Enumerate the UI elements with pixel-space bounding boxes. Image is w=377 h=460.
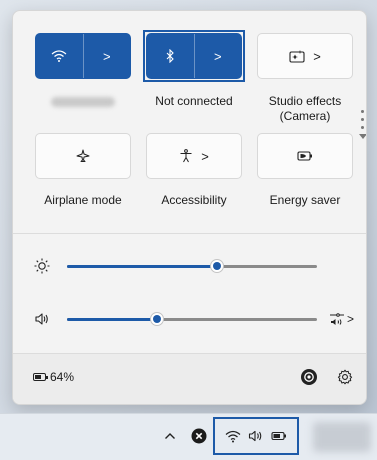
clock-redacted bbox=[313, 422, 371, 452]
energy-saver-label: Energy saver bbox=[269, 193, 341, 207]
audio-output-icon bbox=[329, 313, 344, 325]
battery-icon bbox=[33, 373, 48, 381]
airplane-mode-label: Airplane mode bbox=[44, 193, 122, 207]
speaker-icon[interactable] bbox=[33, 310, 51, 328]
quick-settings-tiles: > > > Not connected Studio effects (Came… bbox=[13, 11, 366, 233]
taskbar bbox=[0, 413, 377, 460]
brightness-thumb[interactable] bbox=[210, 259, 224, 273]
airplane-mode-tile[interactable] bbox=[35, 133, 131, 179]
speaker-icon bbox=[248, 430, 262, 442]
bluetooth-status-label: Not connected bbox=[155, 94, 233, 108]
wifi-tile[interactable]: > bbox=[35, 33, 131, 79]
chevron-right-icon: > bbox=[201, 148, 209, 164]
page-down-arrow-icon bbox=[359, 134, 366, 139]
brightness-icon bbox=[34, 258, 50, 274]
chevron-right-icon: > bbox=[346, 312, 354, 326]
brightness-fill bbox=[67, 265, 217, 268]
bluetooth-focus-highlight bbox=[143, 30, 245, 82]
chevron-right-icon: > bbox=[313, 48, 321, 64]
studio-effects-label: Studio effects (Camera) bbox=[268, 94, 342, 123]
tray-app-button[interactable] bbox=[190, 426, 208, 446]
wifi-chevron-button[interactable]: > bbox=[84, 34, 131, 78]
page-dot bbox=[361, 110, 364, 113]
settings-button[interactable] bbox=[334, 366, 356, 388]
gear-icon bbox=[337, 369, 353, 385]
accessibility-tile[interactable]: > bbox=[146, 133, 242, 179]
wifi-toggle[interactable] bbox=[36, 34, 84, 78]
quick-settings-tray-button[interactable] bbox=[213, 417, 299, 455]
studio-effects-tile[interactable]: > bbox=[257, 33, 353, 79]
brightness-row bbox=[13, 254, 366, 278]
close-circle-icon bbox=[191, 428, 207, 444]
audio-output-button[interactable]: > bbox=[329, 309, 354, 329]
copilot-button[interactable] bbox=[298, 366, 320, 388]
brightness-slider[interactable] bbox=[67, 259, 317, 273]
volume-thumb[interactable] bbox=[150, 312, 164, 326]
chevron-right-icon: > bbox=[102, 48, 111, 64]
battery-status[interactable]: 64% bbox=[33, 370, 74, 384]
battery-icon bbox=[271, 431, 286, 441]
chevron-up-icon bbox=[165, 433, 175, 439]
battery-percentage: 64% bbox=[50, 370, 75, 384]
energy-saver-icon bbox=[297, 151, 312, 161]
volume-row: > bbox=[13, 307, 366, 331]
wifi-network-label-redacted bbox=[51, 97, 115, 107]
wifi-icon bbox=[51, 50, 67, 62]
energy-saver-tile[interactable] bbox=[257, 133, 353, 179]
quick-settings-panel: > > > Not connected Studio effects (Came… bbox=[12, 10, 367, 405]
volume-fill bbox=[67, 318, 157, 321]
accessibility-icon bbox=[180, 149, 192, 163]
wifi-icon bbox=[225, 430, 241, 442]
volume-slider[interactable] bbox=[67, 312, 317, 326]
accessibility-label: Accessibility bbox=[161, 193, 227, 207]
show-hidden-icons-button[interactable] bbox=[162, 426, 178, 446]
page-dot bbox=[361, 126, 364, 129]
quick-settings-footer: 64% bbox=[13, 353, 366, 404]
studio-effects-icon bbox=[289, 50, 305, 63]
divider bbox=[13, 233, 366, 234]
airplane-icon bbox=[76, 149, 90, 162]
page-dot bbox=[361, 118, 364, 121]
copilot-icon bbox=[301, 369, 317, 385]
page-indicator[interactable] bbox=[359, 105, 366, 139]
